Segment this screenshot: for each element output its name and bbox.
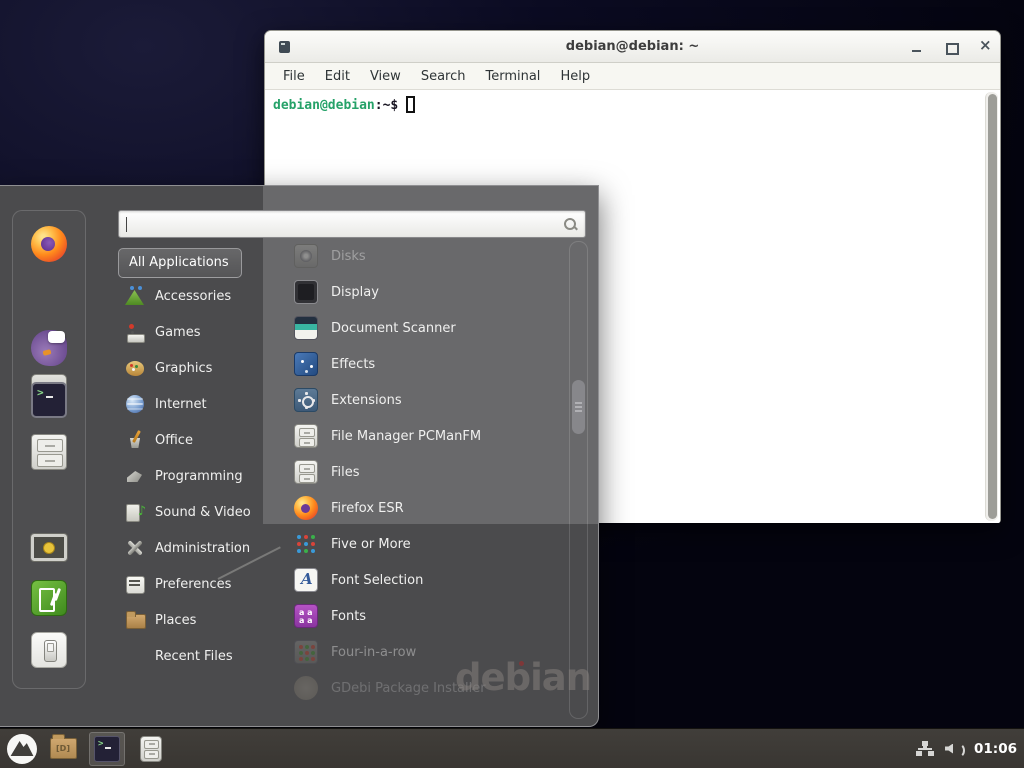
file-manager-folder-icon <box>50 738 77 759</box>
log-out-icon[interactable] <box>31 580 67 616</box>
category-list: Accessories Games Graphics Internet Offi… <box>116 278 266 674</box>
recent-files-spacer <box>124 645 146 667</box>
document-scanner-icon <box>294 316 318 340</box>
app-item-fonts[interactable]: Fonts <box>281 598 561 634</box>
places-folder-icon <box>124 609 146 631</box>
app-item-four-in-a-row[interactable]: Four-in-a-row <box>281 634 561 670</box>
terminal-cursor <box>406 96 415 113</box>
lock-screen-icon[interactable] <box>31 534 67 561</box>
prompt-user-host: debian@debian <box>273 98 375 113</box>
app-item-document-scanner[interactable]: Document Scanner <box>281 310 561 346</box>
app-item-five-or-more[interactable]: Five or More <box>281 526 561 562</box>
display-icon <box>294 280 318 304</box>
menu-scrollbar-thumb[interactable] <box>572 380 585 434</box>
office-icon <box>124 429 146 451</box>
favorite-firefox-icon[interactable] <box>31 226 67 262</box>
terminal-titlebar[interactable]: debian@debian: ~ <box>265 31 1000 63</box>
files-cabinet-icon <box>140 736 162 762</box>
category-graphics[interactable]: Graphics <box>116 350 266 386</box>
app-item-gdebi-package-installer[interactable]: GDebi Package Installer <box>281 670 561 706</box>
menu-scrollbar[interactable] <box>569 241 588 719</box>
menu-button[interactable] <box>7 734 37 764</box>
category-preferences[interactable]: Preferences <box>116 566 266 602</box>
terminal-scrollbar-thumb[interactable] <box>988 94 997 519</box>
category-administration[interactable]: Administration <box>116 530 266 566</box>
minimize-button[interactable] <box>905 31 927 61</box>
menu-item-help[interactable]: Help <box>550 66 600 87</box>
application-list: Disks Display Document Scanner Effects E… <box>281 238 561 706</box>
category-programming[interactable]: Programming <box>116 458 266 494</box>
administration-icon <box>124 537 146 559</box>
close-button[interactable] <box>973 31 995 61</box>
category-internet[interactable]: Internet <box>116 386 266 422</box>
favorite-files-icon[interactable] <box>31 434 67 470</box>
menu-item-edit[interactable]: Edit <box>315 66 360 87</box>
app-item-file-manager-pcmanfm[interactable]: File Manager PCManFM <box>281 418 561 454</box>
firefox-icon <box>294 496 318 520</box>
network-icon[interactable] <box>916 741 934 757</box>
programming-icon <box>124 465 146 487</box>
app-item-display[interactable]: Display <box>281 274 561 310</box>
clock[interactable]: 01:06 <box>974 741 1017 757</box>
menu-search-input[interactable] <box>129 213 549 235</box>
internet-globe-icon <box>124 393 146 415</box>
category-games[interactable]: Games <box>116 314 266 350</box>
taskbar-file-manager-launcher[interactable] <box>45 732 81 766</box>
taskbar: 01:06 <box>0 728 1024 768</box>
menu-search[interactable] <box>118 210 586 238</box>
search-caret <box>126 217 127 232</box>
menu-item-file[interactable]: File <box>273 66 315 87</box>
shell-prompt: debian@debian:~$ <box>265 90 1000 113</box>
menu-item-view[interactable]: View <box>360 66 411 87</box>
disks-icon <box>294 244 318 268</box>
system-tray: 01:06 <box>916 741 1024 757</box>
category-places[interactable]: Places <box>116 602 266 638</box>
app-item-font-selection[interactable]: Font Selection <box>281 562 561 598</box>
font-selection-icon <box>294 568 318 592</box>
gdebi-icon <box>294 676 318 700</box>
desktop[interactable]: debian@debian: ~ File Edit View Search T… <box>0 0 1024 768</box>
search-icon <box>564 218 577 231</box>
extensions-gear-icon <box>294 388 318 412</box>
all-applications-button[interactable]: All Applications <box>118 248 242 278</box>
maximize-button[interactable] <box>939 31 961 61</box>
app-item-disks[interactable]: Disks <box>281 238 561 274</box>
five-or-more-icon <box>294 532 318 556</box>
app-item-effects[interactable]: Effects <box>281 346 561 382</box>
accessories-icon <box>124 285 146 307</box>
files-cabinet-icon <box>294 460 318 484</box>
menu-item-terminal[interactable]: Terminal <box>475 66 550 87</box>
taskbar-files-launcher[interactable] <box>133 732 169 766</box>
category-sound-video[interactable]: Sound & Video <box>116 494 266 530</box>
application-menu: All Applications Accessories Games Graph… <box>0 185 599 727</box>
terminal-icon <box>94 736 120 762</box>
effects-icon <box>294 352 318 376</box>
app-item-firefox-esr[interactable]: Firefox ESR <box>281 490 561 526</box>
prompt-suffix: :~$ <box>375 98 398 113</box>
favorite-pidgin-icon[interactable] <box>31 330 67 366</box>
preferences-icon <box>124 573 146 595</box>
terminal-menubar: File Edit View Search Terminal Help <box>265 63 1000 90</box>
graphics-icon <box>124 357 146 379</box>
category-office[interactable]: Office <box>116 422 266 458</box>
menu-item-search[interactable]: Search <box>411 66 476 87</box>
four-in-a-row-icon <box>294 640 318 664</box>
file-manager-cabinet-icon <box>294 424 318 448</box>
favorite-terminal-icon[interactable] <box>31 382 67 418</box>
terminal-scrollbar[interactable] <box>985 92 998 521</box>
volume-icon[interactable] <box>945 741 963 757</box>
category-accessories[interactable]: Accessories <box>116 278 266 314</box>
app-item-extensions[interactable]: Extensions <box>281 382 561 418</box>
shut-down-icon[interactable] <box>31 632 67 668</box>
games-icon <box>124 321 146 343</box>
window-title: debian@debian: ~ <box>265 39 1000 54</box>
category-recent-files[interactable]: Recent Files <box>116 638 266 674</box>
sound-video-icon <box>124 501 146 523</box>
taskbar-terminal-window-button[interactable] <box>89 732 125 766</box>
app-item-files[interactable]: Files <box>281 454 561 490</box>
fonts-icon <box>294 604 318 628</box>
